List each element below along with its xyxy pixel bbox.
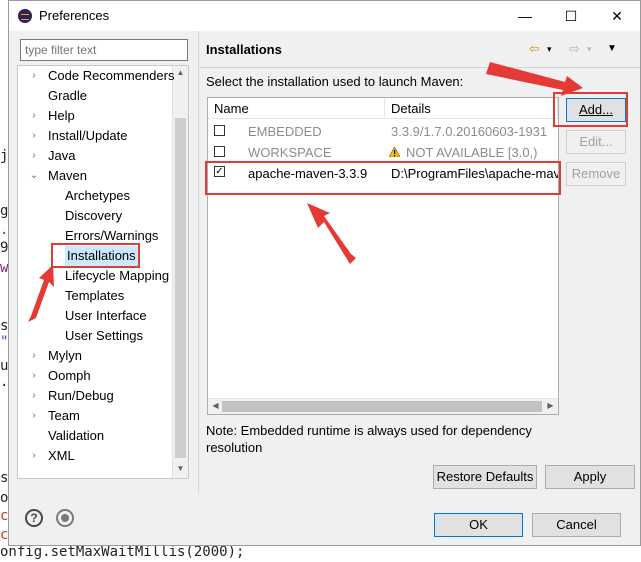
- table-hscrollbar[interactable]: ◀ ▶: [208, 398, 558, 414]
- filter-input[interactable]: [20, 39, 188, 61]
- tree-scrollbar[interactable]: ▲ ▼: [172, 66, 188, 478]
- tree-item-label: Java: [48, 148, 76, 163]
- table-row[interactable]: EMBEDDED 3.3.9/1.7.0.20160603-1931: [208, 121, 558, 142]
- row-details: NOT AVAILABLE [3.0,): [406, 145, 538, 160]
- preferences-dialog: Preferences — ☐ ✕ ▲ ▼ › Code Recommenders…: [8, 0, 641, 546]
- row-checkbox[interactable]: [214, 146, 225, 157]
- chevron-right-icon[interactable]: ›: [28, 66, 40, 86]
- chevron-right-icon[interactable]: ›: [28, 346, 40, 366]
- warning-icon: [389, 147, 400, 157]
- edit-button[interactable]: Edit...: [566, 130, 626, 154]
- chevron-right-icon[interactable]: ›: [28, 126, 40, 146]
- description-label: Select the installation used to launch M…: [206, 74, 464, 89]
- maximize-button[interactable]: ☐: [548, 1, 594, 31]
- chevron-right-icon[interactable]: ›: [28, 386, 40, 406]
- tree-item-label: XML: [48, 448, 75, 463]
- window-title: Preferences: [39, 8, 110, 23]
- code-line: onfig.setMaxWaitMillis(2000);: [0, 544, 245, 560]
- hscroll-thumb[interactable]: [222, 401, 542, 412]
- chevron-right-icon[interactable]: ›: [28, 446, 40, 466]
- title-divider: [199, 67, 640, 68]
- tree-item-label: Oomph: [48, 368, 91, 383]
- view-menu-icon[interactable]: ▼: [607, 43, 617, 54]
- chevron-right-icon[interactable]: ›: [28, 366, 40, 386]
- dialog-footer: ? OK Cancel: [9, 493, 640, 545]
- ok-button[interactable]: OK: [434, 513, 523, 537]
- remove-button[interactable]: Remove: [566, 162, 626, 186]
- chevron-right-icon[interactable]: ›: [28, 106, 40, 126]
- row-name: EMBEDDED: [248, 124, 322, 139]
- eclipse-icon: [18, 9, 32, 23]
- scroll-up-icon[interactable]: ▲: [173, 68, 188, 77]
- highlight-maven-row: [205, 161, 561, 195]
- scroll-thumb[interactable]: [175, 118, 186, 458]
- tree-item-label: Team: [48, 408, 80, 423]
- apply-button[interactable]: Apply: [545, 465, 635, 489]
- highlight-installations: [51, 243, 140, 268]
- tree-item-label: Run/Debug: [48, 388, 114, 403]
- scroll-right-icon[interactable]: ▶: [543, 401, 558, 410]
- row-checkbox[interactable]: [214, 125, 225, 136]
- cancel-button[interactable]: Cancel: [532, 513, 621, 537]
- tree-item-label: User Interface: [65, 308, 147, 323]
- close-button[interactable]: ✕: [594, 1, 640, 31]
- tree-item-label: User Settings: [65, 328, 144, 343]
- highlight-add-button: [553, 92, 628, 127]
- minimize-button[interactable]: —: [502, 1, 548, 31]
- tree-item-label: Templates: [65, 288, 125, 303]
- row-details: 3.3.9/1.7.0.20160603-1931: [391, 124, 548, 139]
- chevron-right-icon[interactable]: ›: [28, 146, 40, 166]
- tree-item-label: Mylyn: [48, 348, 82, 363]
- tree-item-label: Code Recommenders: [48, 68, 175, 83]
- table-row[interactable]: WORKSPACE NOT AVAILABLE [3.0,): [208, 142, 558, 163]
- back-menu-icon[interactable]: ▾: [547, 44, 552, 55]
- page-title: Installations: [206, 42, 282, 57]
- column-header-details[interactable]: Details: [385, 98, 558, 119]
- embedded-runtime-note: Note: Embedded runtime is always used fo…: [206, 423, 532, 455]
- back-icon[interactable]: ⇦: [529, 41, 540, 57]
- scroll-left-icon[interactable]: ◀: [208, 401, 223, 410]
- installations-table: Name Details EMBEDDED 3.3.9/1.7.0.201606…: [207, 97, 559, 415]
- tree-item-label: Validation: [48, 428, 105, 443]
- help-icon[interactable]: ?: [25, 509, 43, 527]
- tree-item-label: Lifecycle Mapping: [65, 268, 170, 283]
- column-header-name[interactable]: Name: [208, 98, 385, 119]
- chevron-right-icon[interactable]: ›: [28, 406, 40, 426]
- tree-item-label: Discovery: [65, 208, 123, 223]
- forward-menu-icon[interactable]: ▾: [587, 44, 592, 55]
- import-export-icon[interactable]: [56, 509, 74, 527]
- tree-item-label: Gradle: [48, 88, 88, 103]
- tree-item-label: Maven: [48, 168, 88, 183]
- preferences-tree: ▲ ▼ › Code Recommenders Gradle › Help › Instal…: [17, 65, 189, 479]
- scroll-down-icon[interactable]: ▼: [173, 464, 188, 473]
- tree-item-label: Archetypes: [65, 188, 131, 203]
- chevron-down-icon[interactable]: ⌄: [28, 166, 40, 186]
- restore-defaults-button[interactable]: Restore Defaults: [433, 465, 537, 489]
- tree-item-label: Install/Update: [48, 128, 128, 143]
- forward-icon[interactable]: ⇨: [569, 41, 580, 57]
- title-bar: Preferences — ☐ ✕: [9, 1, 640, 31]
- tree-item-label: Help: [48, 108, 75, 123]
- row-name: WORKSPACE: [248, 145, 332, 160]
